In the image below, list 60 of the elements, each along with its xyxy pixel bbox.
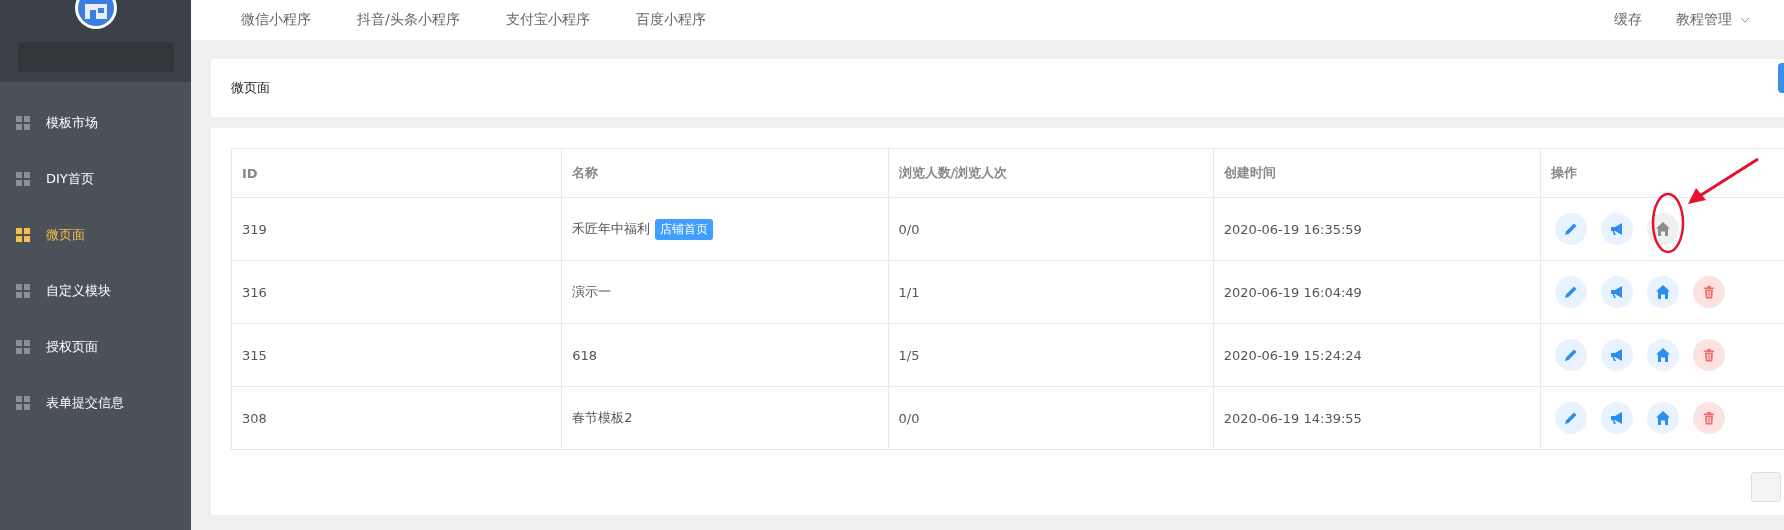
- set-home-button[interactable]: [1647, 339, 1680, 371]
- sidebar-item[interactable]: 授权页面: [0, 319, 191, 375]
- home-icon: [1655, 284, 1672, 300]
- promote-button[interactable]: [1601, 276, 1634, 308]
- table-cell: 316: [231, 260, 562, 324]
- sidebar-item[interactable]: 表单提交信息: [0, 375, 191, 431]
- edit-button[interactable]: [1555, 213, 1588, 245]
- home-tag: 店铺首页: [655, 218, 714, 240]
- delete-button[interactable]: [1693, 276, 1726, 308]
- page-name: 禾匠年中福利: [572, 220, 651, 238]
- table-cell: 2020-06-19 15:24:24: [1213, 323, 1541, 387]
- table-cell: 0/0: [888, 386, 1214, 450]
- nav-tab[interactable]: 微信小程序: [241, 11, 311, 29]
- promote-button[interactable]: [1601, 213, 1634, 245]
- column-header: ID: [231, 148, 562, 198]
- table-cell: 319: [231, 197, 562, 261]
- page-name: 618: [572, 347, 598, 363]
- table-cell: 0/0: [888, 197, 1214, 261]
- home-icon: [1655, 347, 1672, 363]
- home-icon: [1655, 410, 1672, 426]
- nav-link[interactable]: 缓存: [1614, 11, 1642, 29]
- page-title: 微页面: [231, 79, 270, 97]
- nav-tab[interactable]: 支付宝小程序: [505, 11, 590, 29]
- column-header: 创建时间: [1213, 148, 1541, 198]
- set-home-button[interactable]: [1647, 402, 1680, 434]
- promote-button[interactable]: [1601, 402, 1634, 434]
- table-cell: 1/1: [888, 260, 1214, 324]
- set-home-button[interactable]: [1647, 213, 1680, 245]
- grid-icon: [16, 284, 30, 298]
- page-name: 春节模板2: [572, 409, 633, 427]
- delete-button[interactable]: [1693, 402, 1726, 434]
- promote-button[interactable]: [1601, 339, 1634, 371]
- edit-button[interactable]: [1555, 276, 1588, 308]
- set-home-button[interactable]: [1647, 276, 1680, 308]
- column-header: 浏览人数/浏览人次: [888, 148, 1214, 198]
- grid-icon: [16, 116, 30, 130]
- delete-button[interactable]: [1693, 339, 1726, 371]
- sidebar-item[interactable]: 自定义模块: [0, 263, 191, 319]
- chevron-down-icon: [1740, 17, 1750, 23]
- table-cell: 2020-06-19 16:04:49: [1213, 260, 1541, 324]
- sidebar-item[interactable]: DIY首页: [0, 151, 191, 207]
- grid-icon: [16, 396, 30, 410]
- page-name: 演示一: [572, 283, 612, 301]
- nav-tab[interactable]: 百度小程序: [635, 11, 706, 29]
- table-cell: 315: [231, 323, 562, 387]
- grid-icon: [16, 172, 30, 186]
- sidebar-item[interactable]: 微页面: [0, 207, 191, 263]
- nav-tab[interactable]: 抖音/头条小程序: [357, 11, 460, 29]
- edit-button[interactable]: [1555, 339, 1588, 371]
- sidebar-item[interactable]: 模板市场: [0, 95, 191, 151]
- table-cell: 2020-06-19 14:39:55: [1213, 386, 1541, 450]
- table-cell: 308: [231, 386, 562, 450]
- dropdown-menu[interactable]: 教程管理: [1676, 11, 1750, 29]
- table-cell: 2020-06-19 16:35:59: [1213, 197, 1541, 261]
- edit-button[interactable]: [1555, 402, 1588, 434]
- column-header: 名称: [561, 148, 889, 198]
- grid-icon: [16, 340, 30, 354]
- grid-icon: [16, 228, 30, 242]
- table-cell: 1/5: [888, 323, 1214, 387]
- home-icon: [1655, 221, 1672, 237]
